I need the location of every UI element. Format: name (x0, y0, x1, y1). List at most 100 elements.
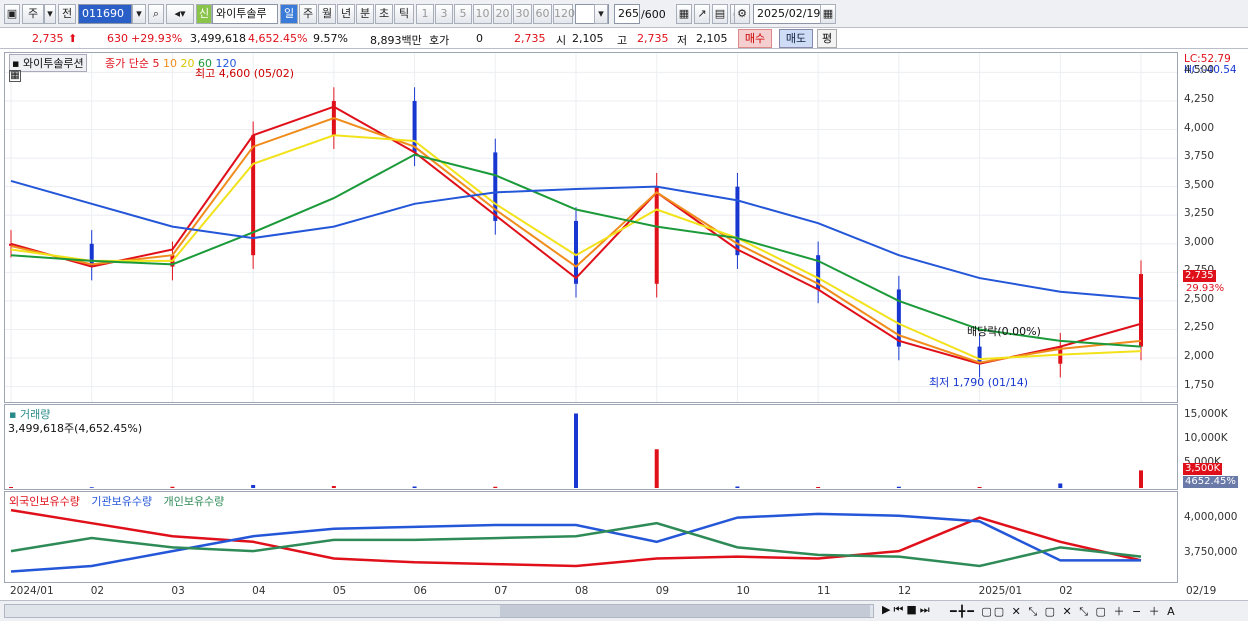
low-note: 최저 1,790 (01/14) (929, 376, 1029, 389)
grid-icon[interactable]: ▦ (676, 4, 692, 24)
holding-line-0 (10, 508, 1142, 568)
minute-5[interactable]: 5 (454, 4, 472, 24)
trade-amount: 8,893백만 (370, 34, 422, 47)
count-max: /600 (641, 8, 666, 21)
period-month[interactable]: 월 (318, 4, 336, 24)
volume-bar (331, 485, 336, 488)
chevron-down-icon[interactable]: ▾ (44, 4, 56, 24)
volume-bar (251, 484, 256, 488)
period-minute[interactable]: 분 (356, 4, 374, 24)
candle-body (574, 220, 578, 284)
date-input[interactable]: 2025/02/19 (753, 4, 823, 24)
stock-name: 와이투솔루 (212, 4, 278, 24)
volume-bar (574, 413, 578, 488)
gear-icon[interactable]: ⚙ (734, 4, 750, 24)
menu-icon[interactable]: ▪ (12, 57, 23, 70)
minute-60[interactable]: 60 (533, 4, 552, 24)
candle-body (1139, 274, 1143, 347)
ma-20: 20 (180, 57, 195, 70)
holding-line-2 (10, 521, 1142, 568)
count-input[interactable]: 265 (614, 4, 640, 24)
low-label: 저 (677, 34, 688, 47)
ma-5: 5 (152, 57, 160, 70)
turnover: 9.57% (313, 32, 348, 45)
vol-tick: 10,000K (1184, 432, 1228, 444)
minute-3[interactable]: 3 (435, 4, 453, 24)
vol-tick: 15,000K (1184, 408, 1228, 420)
minute-120[interactable]: 120 (553, 4, 575, 24)
x-tick: 08 (575, 585, 589, 597)
ma-10: 10 (162, 57, 177, 70)
volume-bar (412, 486, 417, 488)
price-axis: LC:52.79 HC:-40.54 4,500 4,250 4,000 3,750 3… (1180, 52, 1244, 403)
table-icon[interactable]: ▦ (9, 70, 21, 82)
save-icon[interactable]: ▤ (712, 4, 728, 24)
price-tick: 2,000 (1184, 350, 1215, 363)
volume-pct: 4,652.45% (248, 32, 308, 45)
holding-axis: 4,000,000 3,750,000 (1180, 491, 1244, 583)
price-change: 630 (107, 32, 128, 45)
period-tick[interactable]: 틱 (394, 4, 414, 24)
hold-tick: 4,000,000 (1184, 511, 1238, 523)
price-panel[interactable]: ▪ 와이투솔루션 종가 단순 5 10 20 60 120 ▦ 최고 4,600… (4, 52, 1178, 403)
legend-institution: 기관보유수량 (91, 495, 153, 508)
open-label: 시 (556, 34, 567, 47)
hoga-value: 0 (476, 32, 483, 45)
volume-last-pct: 4652.45% (1183, 476, 1238, 488)
candle-body (896, 289, 901, 347)
x-tick: 02 (90, 585, 105, 597)
x-tick: 2024/01 (10, 585, 54, 597)
minute-30[interactable]: 30 (513, 4, 532, 24)
volume-bar (654, 449, 659, 488)
price-tick: 3,000 (1184, 235, 1215, 248)
nav-icons[interactable]: ▶⏮■⏭ (882, 603, 933, 617)
flat-button[interactable]: 평 (817, 29, 837, 48)
draw-icon[interactable]: ↗ (694, 4, 710, 24)
legend-foreign: 외국인보유수량 (9, 495, 80, 508)
hold-tick: 3,750,000 (1184, 546, 1238, 558)
minute-1[interactable]: 1 (416, 4, 434, 24)
sell-button[interactable]: 매도 (779, 29, 813, 48)
minute-10[interactable]: 10 (473, 4, 492, 24)
holding-line-1 (10, 512, 1141, 573)
window-icon[interactable]: ▣ (4, 4, 20, 24)
scroll-thumb[interactable] (500, 605, 870, 617)
holding-panel[interactable]: 외국인보유수량 기관보유수량 개인보유수량 (4, 491, 1178, 583)
calendar-icon[interactable]: ▦ (820, 4, 836, 24)
hoga-price: 2,735 (514, 32, 546, 45)
speaker-icon[interactable]: ◂▾ (166, 4, 194, 24)
new-badge: 신 (196, 4, 212, 24)
price-tick: 4,500 (1184, 64, 1215, 77)
compare-button[interactable]: 전 (58, 4, 76, 24)
market-select[interactable]: 주 (22, 4, 44, 24)
current-price: 2,735 (32, 32, 64, 45)
price-tick: 2,250 (1184, 321, 1215, 334)
x-tick: 06 (413, 585, 427, 597)
volume-bar (493, 486, 498, 488)
chevron-down-icon[interactable]: ▾ (132, 4, 146, 24)
last-pct: 29.93% (1186, 283, 1225, 294)
x-tick: 11 (817, 585, 831, 597)
bottom-scrollbar[interactable]: ▶⏮■⏭ ━╋━ ▢▢ ✕ ⤡ ▢ ✕ ⤡ ▢ ＋ − ＋ A (0, 600, 1248, 621)
candle-body (412, 100, 417, 153)
price-tick: 2,500 (1184, 292, 1215, 305)
search-icon[interactable]: ⌕ (148, 4, 164, 24)
chevron-down-icon[interactable]: ▾ (594, 4, 608, 24)
period-second[interactable]: 초 (375, 4, 393, 24)
x-tick: 10 (736, 585, 750, 597)
code-input[interactable]: 011690 (78, 4, 132, 24)
volume-panel[interactable]: ▪ 거래량 3,499,618주(4,652.45%) (4, 404, 1178, 490)
minute-20[interactable]: 20 (493, 4, 512, 24)
period-day[interactable]: 일 (280, 4, 298, 24)
price-change-pct: +29.93% (131, 32, 183, 45)
buy-button[interactable]: 매수 (738, 29, 772, 48)
x-tick: 02/19 (1186, 585, 1217, 597)
x-tick: 05 (332, 585, 347, 597)
toolbar: ▣ 주 ▾ 전 011690 ▾ ⌕ ◂▾ 신 와이투솔루 일 주 월 년 분 … (0, 0, 1248, 28)
period-week[interactable]: 주 (299, 4, 317, 24)
volume-chart (9, 413, 1143, 488)
zoom-icons[interactable]: ━╋━ ▢▢ ✕ ⤡ ▢ ✕ ⤡ ▢ ＋ − ＋ A (950, 603, 1177, 619)
period-year[interactable]: 년 (337, 4, 355, 24)
price-tick: 3,250 (1184, 207, 1215, 220)
quote-bar: 2,735 ⬆ 630 +29.93% 3,499,618 4,652.45% … (0, 29, 1248, 49)
